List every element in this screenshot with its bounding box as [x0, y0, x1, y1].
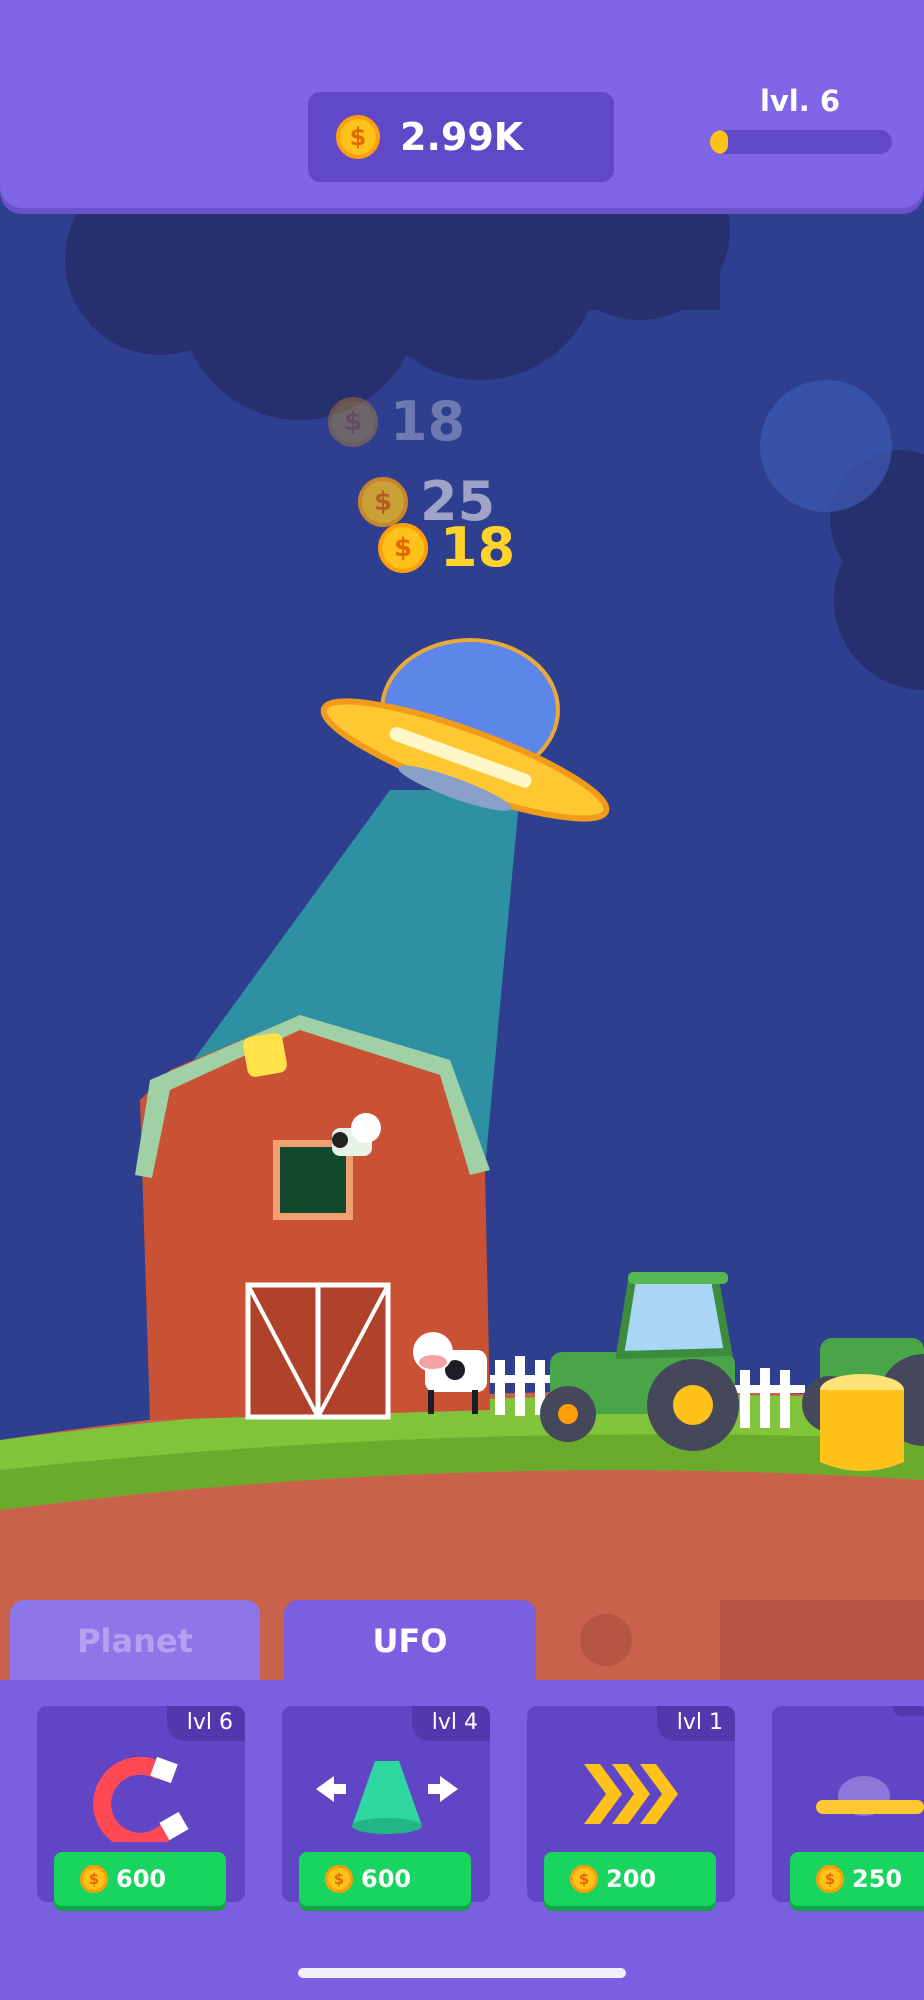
upgrade-level [892, 1706, 924, 1716]
coin-icon: $ [328, 396, 378, 447]
coin-icon: $ [570, 1865, 598, 1893]
reward-value: 18 [440, 516, 516, 579]
coin-amount: 2.99K [400, 115, 524, 159]
hay-bale-ground [820, 1374, 904, 1471]
floating-reward: $ 18 [378, 516, 515, 579]
upgrade-level: lvl 1 [656, 1706, 735, 1741]
floating-reward: $ 18 [328, 390, 465, 453]
coin-icon: $ [325, 1865, 353, 1893]
moon [760, 380, 892, 512]
magnet-icon [93, 1756, 189, 1842]
upgrade-price: 600 [116, 1865, 167, 1893]
level-progress-bar [710, 130, 892, 154]
upgrade-price: 250 [852, 1865, 903, 1893]
coin-icon: $ [378, 522, 428, 573]
buy-beam-width-button[interactable]: $ 600 [299, 1852, 471, 1906]
buy-ufo-button[interactable]: $ 250 [790, 1852, 924, 1906]
ufo-icon [816, 1776, 924, 1816]
buy-speed-button[interactable]: $ 200 [544, 1852, 716, 1906]
upgrade-price: 600 [361, 1865, 412, 1893]
coin-icon: $ [336, 115, 380, 159]
upgrade-price: 200 [606, 1865, 657, 1893]
coin-balance: $ 2.99K [308, 92, 614, 182]
upgrade-level: lvl 6 [166, 1706, 245, 1741]
coin-icon: $ [816, 1865, 844, 1893]
reward-value: 18 [390, 390, 466, 453]
tab-ufo[interactable]: UFO [284, 1600, 536, 1682]
hay-bale-floating [243, 1033, 287, 1077]
level-label: lvl. 6 [759, 84, 841, 118]
buy-magnet-button[interactable]: $ 600 [54, 1852, 226, 1906]
home-indicator[interactable] [298, 1968, 626, 1978]
speed-arrows-icon [584, 1764, 678, 1824]
coin-icon: $ [80, 1865, 108, 1893]
level-progress-fill [710, 130, 729, 154]
beam-width-icon [316, 1761, 458, 1834]
upgrade-level: lvl 4 [411, 1706, 490, 1741]
tab-ufo-label: UFO [372, 1622, 448, 1660]
tab-planet[interactable]: Planet [10, 1600, 260, 1682]
tab-planet-label: Planet [77, 1622, 193, 1660]
